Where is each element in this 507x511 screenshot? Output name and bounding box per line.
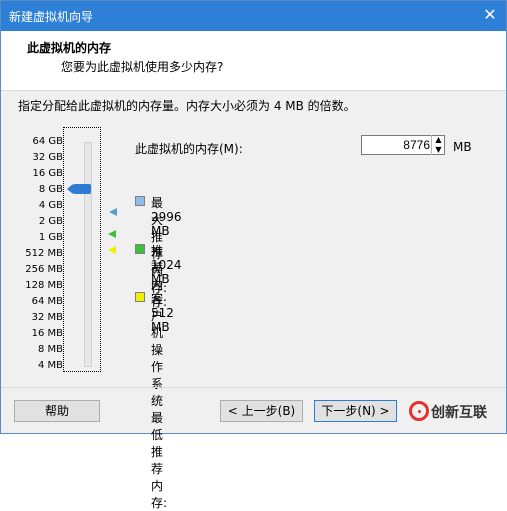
memory-slider-thumb[interactable]	[67, 184, 91, 194]
spin-up-icon[interactable]: ▲	[432, 135, 445, 145]
scale-label: 1 GB	[38, 232, 63, 243]
scale-label: 128 MB	[25, 280, 63, 291]
scale-label: 256 MB	[25, 264, 63, 275]
header-title: 此虚拟机的内存	[27, 41, 112, 55]
scale-label: 512 MB	[25, 248, 63, 259]
max-recommended-marker-icon	[109, 208, 117, 216]
watermark-text: 创新互联	[431, 405, 487, 421]
legend-value: 2996 MB	[151, 210, 182, 238]
scale-label: 16 MB	[31, 328, 63, 339]
memory-slider-track[interactable]	[84, 142, 92, 367]
help-button[interactable]: 帮助	[14, 400, 100, 422]
window-title: 新建虚拟机向导	[9, 10, 94, 24]
scale-label: 8 MB	[37, 344, 63, 355]
memory-spinner: ▲ ▼	[431, 135, 445, 155]
scale-label: 8 GB	[38, 184, 63, 195]
scale-label: 64 GB	[32, 136, 63, 147]
wizard-header: 此虚拟机的内存 您要为此虚拟机使用多少内存?	[1, 31, 506, 91]
scale-label: 32 GB	[32, 152, 63, 163]
spin-down-icon[interactable]: ▼	[432, 145, 445, 155]
back-button[interactable]: < 上一步(B)	[220, 400, 303, 422]
guest-min-swatch-icon	[135, 292, 145, 302]
footer-separator	[1, 387, 506, 388]
memory-unit: MB	[453, 140, 472, 154]
legend-value: 1024 MB	[151, 258, 182, 286]
legend-value: 512 MB	[151, 306, 174, 334]
memory-scale-frame	[63, 127, 101, 372]
guest-min-marker-icon	[108, 246, 116, 254]
scale-label: 16 GB	[32, 168, 63, 179]
scale-label: 64 MB	[31, 296, 63, 307]
instructions-text: 指定分配给此虚拟机的内存量。内存大小必须为 4 MB 的倍数。	[18, 99, 356, 113]
close-icon[interactable]: ✕	[482, 7, 498, 23]
scale-label: 2 GB	[38, 216, 63, 227]
max-swatch-icon	[135, 196, 145, 206]
scale-label: 32 MB	[31, 312, 63, 323]
memory-label: 此虚拟机的内存(M):	[135, 142, 243, 156]
watermark: 创新互联	[409, 399, 507, 425]
scale-label: 4 MB	[37, 360, 63, 371]
dialog-window: 新建虚拟机向导 ✕ 此虚拟机的内存 您要为此虚拟机使用多少内存? 指定分配给此虚…	[0, 0, 507, 510]
watermark-logo	[409, 401, 429, 421]
recommended-marker-icon	[108, 230, 116, 238]
recommended-swatch-icon	[135, 244, 145, 254]
title-bar: 新建虚拟机向导 ✕	[1, 1, 506, 31]
next-button[interactable]: 下一步(N) >	[314, 400, 397, 422]
scale-label: 4 GB	[38, 200, 63, 211]
header-subtitle: 您要为此虚拟机使用多少内存?	[61, 60, 224, 74]
